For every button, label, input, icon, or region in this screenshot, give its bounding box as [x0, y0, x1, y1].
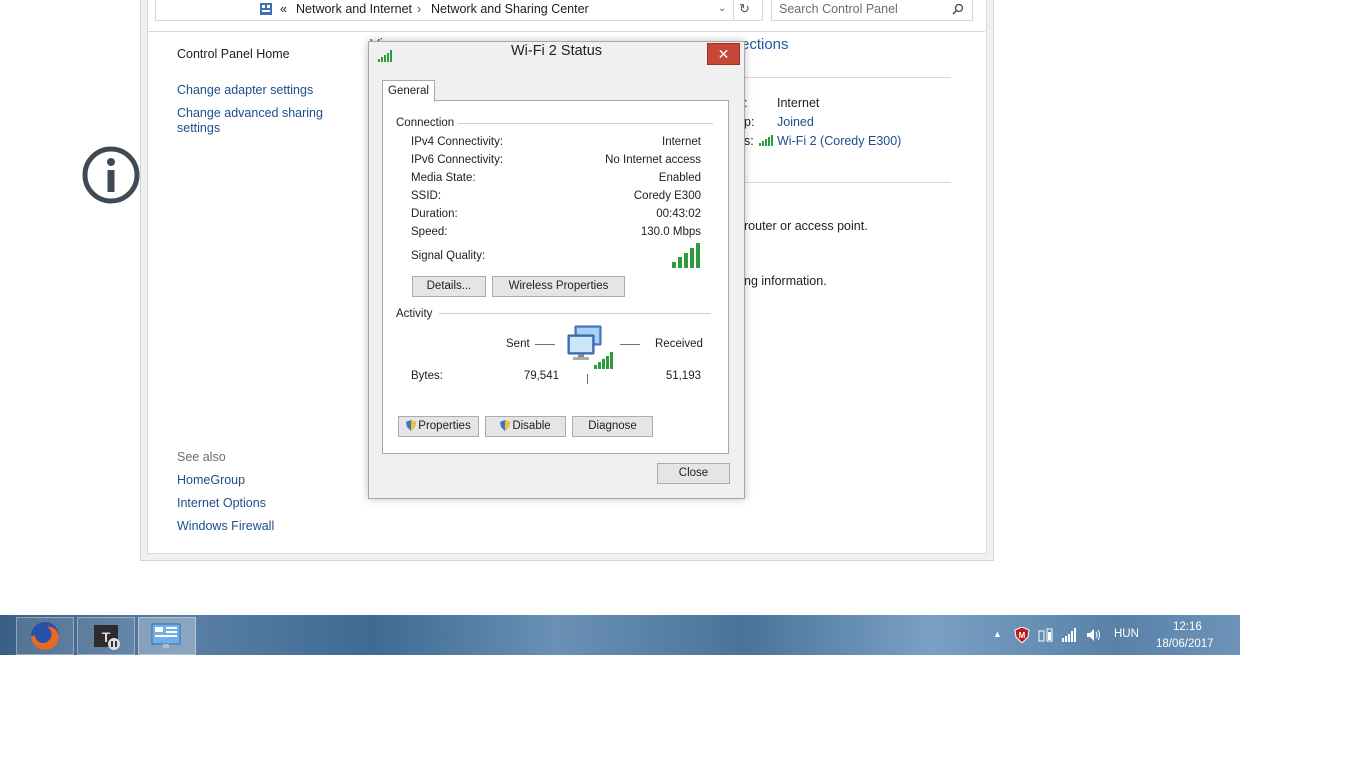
- homegroup-link[interactable]: HomeGroup: [177, 473, 245, 487]
- bytes-sent-value: 79,541: [523, 370, 559, 382]
- speed-value: 130.0 Mbps: [640, 226, 701, 238]
- diagnose-button[interactable]: Diagnose: [572, 416, 653, 437]
- close-icon[interactable]: ✕: [707, 43, 740, 65]
- change-advanced-sharing-link-cont[interactable]: settings: [177, 121, 220, 135]
- page-heading-fragment-right: ections: [741, 36, 789, 53]
- received-label: Received: [655, 338, 703, 350]
- dialog-title: Wi-Fi 2 Status: [510, 43, 603, 59]
- duration-label: Duration:: [411, 208, 458, 220]
- search-icon[interactable]: [952, 3, 964, 15]
- connections-label-fragment: s:: [744, 134, 754, 148]
- properties-button[interactable]: Properties: [398, 416, 479, 437]
- firefox-icon: [31, 622, 59, 650]
- sent-label: Sent: [506, 338, 530, 350]
- media-state-label: Media State:: [411, 172, 476, 184]
- ipv6-value: No Internet access: [605, 154, 701, 166]
- signal-quality-icon: [672, 243, 703, 268]
- breadcrumb-overflow[interactable]: «: [280, 2, 287, 16]
- connection-group-line: [458, 123, 713, 124]
- homegroup-label-fragment: p:: [744, 115, 755, 129]
- show-hidden-icons[interactable]: ▲: [993, 629, 1002, 639]
- power-battery-icon[interactable]: [1038, 627, 1054, 643]
- network-activity-icon: [566, 325, 616, 371]
- uac-shield-icon: [406, 420, 417, 431]
- section-divider-2: [744, 182, 951, 183]
- network-folder-icon: [259, 2, 273, 16]
- received-line: [620, 344, 640, 345]
- control-panel-home-link[interactable]: Control Panel Home: [177, 47, 290, 61]
- speaker-volume-icon[interactable]: [1086, 628, 1102, 642]
- signal-quality-label: Signal Quality:: [411, 250, 486, 262]
- change-adapter-settings-link[interactable]: Change adapter settings: [177, 83, 313, 97]
- clock-time[interactable]: 12:16: [1173, 621, 1202, 633]
- refresh-icon[interactable]: ↻: [739, 1, 750, 17]
- control-panel-icon: [151, 623, 181, 648]
- access-type-value: Internet: [777, 96, 820, 110]
- wifi-connection-link[interactable]: Wi-Fi 2 (Coredy E300): [777, 134, 901, 148]
- troubleshoot-text[interactable]: ng information.: [744, 274, 827, 288]
- close-button[interactable]: Close: [657, 463, 730, 484]
- windows-firewall-link[interactable]: Windows Firewall: [177, 519, 274, 533]
- sent-line: [535, 344, 555, 345]
- ssid-label: SSID:: [411, 190, 442, 202]
- taskbar-firefox[interactable]: [16, 617, 74, 655]
- breadcrumb-separator[interactable]: ›: [417, 2, 421, 16]
- bytes-received-value: 51,193: [665, 370, 701, 382]
- bytes-label: Bytes:: [411, 370, 443, 382]
- ipv6-label: IPv6 Connectivity:: [411, 154, 504, 166]
- world-of-tanks-icon: T: [94, 625, 120, 650]
- header-divider: [147, 31, 985, 32]
- wifi-signal-icon: [759, 135, 773, 146]
- activity-group-line: [439, 313, 711, 314]
- breadcrumb-network-and-internet[interactable]: Network and Internet: [296, 2, 412, 16]
- change-advanced-sharing-link[interactable]: Change advanced sharing: [177, 106, 323, 120]
- address-dropdown-icon[interactable]: ⌄: [718, 3, 726, 14]
- search-input[interactable]: Search Control Panel: [779, 2, 898, 16]
- tab-general[interactable]: General: [382, 80, 435, 102]
- info-icon: [81, 145, 141, 205]
- properties-button-label: Properties: [418, 420, 471, 432]
- taskbar-control-panel[interactable]: [138, 617, 196, 655]
- setup-connection-text[interactable]: router or access point.: [744, 219, 868, 233]
- address-divider: [733, 0, 734, 20]
- speed-label: Speed:: [411, 226, 448, 238]
- bytes-divider: [587, 374, 588, 384]
- ssid-value: Coredy E300: [633, 190, 701, 202]
- wireless-properties-button[interactable]: Wireless Properties: [492, 276, 625, 297]
- clock-date[interactable]: 18/06/2017: [1156, 638, 1214, 650]
- disable-button[interactable]: Disable: [485, 416, 566, 437]
- homegroup-joined-link[interactable]: Joined: [777, 115, 814, 129]
- section-divider: [744, 77, 951, 78]
- network-signal-icon[interactable]: [1062, 628, 1078, 642]
- details-button[interactable]: Details...: [412, 276, 486, 297]
- see-also-heading: See also: [177, 450, 226, 464]
- input-language[interactable]: HUN: [1114, 628, 1139, 640]
- mcafee-icon[interactable]: M: [1014, 626, 1030, 644]
- internet-options-link[interactable]: Internet Options: [177, 496, 266, 510]
- breadcrumb-network-sharing-center[interactable]: Network and Sharing Center: [431, 2, 589, 16]
- ipv4-value: Internet: [662, 136, 701, 148]
- disable-button-label: Disable: [512, 420, 551, 432]
- uac-shield-icon: [500, 420, 511, 431]
- taskbar-world-of-tanks[interactable]: T: [77, 617, 135, 655]
- connection-group-label: Connection: [396, 117, 455, 129]
- svg-text:M: M: [1019, 631, 1026, 640]
- duration-value: 00:43:02: [656, 208, 701, 220]
- media-state-value: Enabled: [658, 172, 701, 184]
- ipv4-label: IPv4 Connectivity:: [411, 136, 504, 148]
- activity-group-label: Activity: [396, 308, 433, 320]
